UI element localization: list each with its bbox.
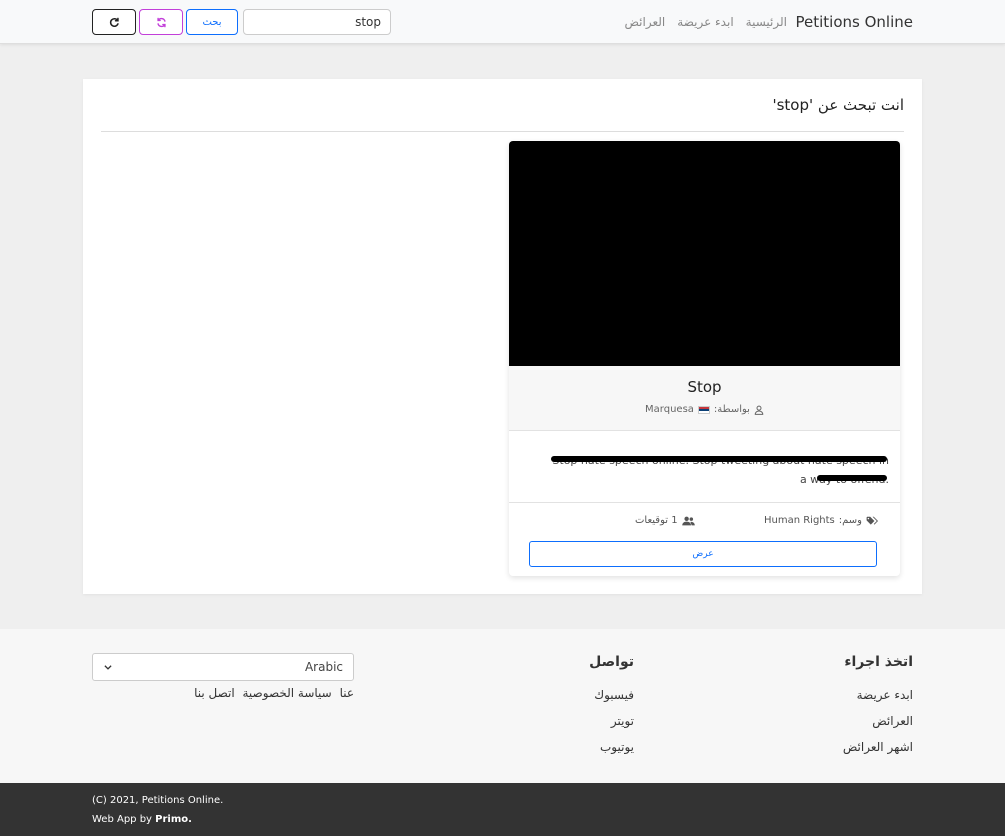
footer-link-start-petition[interactable]: ابدء عريضة bbox=[857, 688, 913, 702]
petition-card-header: Stop بواسطة: Marquesa bbox=[509, 366, 900, 431]
petition-image bbox=[509, 141, 900, 366]
view-petition-button[interactable]: عرض bbox=[529, 541, 877, 567]
reload-icon bbox=[109, 17, 119, 27]
results-title: انت تبحث عن 'stop' bbox=[772, 96, 904, 114]
by-label: بواسطة: bbox=[713, 404, 750, 415]
serbia-flag-icon bbox=[697, 405, 710, 414]
webapp-prefix: Web App by bbox=[92, 814, 152, 825]
divider bbox=[101, 131, 904, 132]
connect-heading: تواصل bbox=[589, 654, 634, 670]
tag-value[interactable]: Human Rights bbox=[764, 515, 835, 526]
language-select[interactable]: Arabic bbox=[92, 653, 354, 681]
user-icon bbox=[754, 405, 764, 415]
footer-link-about[interactable]: عنا bbox=[340, 686, 354, 700]
footer-link-contact[interactable]: اتصل بنا bbox=[194, 686, 235, 700]
chevron-down-icon bbox=[104, 665, 112, 670]
signature-count: 1 توقيعات bbox=[635, 515, 695, 526]
webapp-credit: Web App by Primo. bbox=[92, 814, 192, 825]
nav-link-petitions[interactable]: العرائض bbox=[624, 15, 665, 29]
footer-link-privacy[interactable]: سياسة الخصوصية bbox=[243, 686, 332, 700]
nav-links: الرئيسية ابدء عريضة العرائض bbox=[624, 15, 787, 29]
petition-card-footer: وسم: Human Rights 1 توقيعات عرض bbox=[509, 503, 900, 576]
sync-button[interactable] bbox=[139, 9, 183, 35]
petition-card: Stop بواسطة: Marquesa Stop hate speech o… bbox=[509, 141, 900, 576]
copyright-text: (C) 2021, Petitions Online. bbox=[92, 795, 224, 806]
redaction-bar bbox=[817, 475, 887, 481]
footer-link-facebook[interactable]: فيسبوك bbox=[594, 688, 634, 702]
nav-link-start-petition[interactable]: ابدء عريضة bbox=[677, 15, 733, 29]
petition-title[interactable]: Stop bbox=[509, 378, 900, 396]
policy-links: عنا سياسة الخصوصية اتصل بنا bbox=[92, 686, 354, 700]
navbar: Petitions Online الرئيسية ابدء عريضة الع… bbox=[0, 0, 1005, 44]
redaction-bar bbox=[551, 456, 887, 462]
footer-link-youtube[interactable]: يوتيوب bbox=[600, 740, 634, 754]
brand-logo[interactable]: Petitions Online bbox=[796, 13, 914, 31]
webapp-author[interactable]: Primo. bbox=[155, 814, 192, 825]
take-action-heading: اتخذ اجراء bbox=[844, 654, 913, 670]
footer: اتخذ اجراء ابدء عريضة العرائض اشهر العرا… bbox=[0, 629, 1005, 783]
signature-count-text: 1 توقيعات bbox=[635, 515, 678, 526]
search-input[interactable] bbox=[243, 9, 391, 35]
author-name[interactable]: Marquesa bbox=[645, 404, 694, 415]
search-results-panel: انت تبحث عن 'stop' Stop بواسطة: Marquesa… bbox=[83, 79, 922, 594]
language-selected-value: Arabic bbox=[304, 660, 343, 674]
sync-icon bbox=[156, 17, 166, 27]
petition-author-line: بواسطة: Marquesa bbox=[509, 404, 900, 415]
nav-link-home[interactable]: الرئيسية bbox=[746, 15, 787, 29]
users-icon bbox=[681, 516, 695, 525]
search-button[interactable]: بحث bbox=[186, 9, 238, 35]
petition-tag: وسم: Human Rights bbox=[764, 515, 878, 526]
footer-link-popular-petitions[interactable]: اشهر العرائض bbox=[843, 740, 913, 754]
petition-card-body: Stop hate speech online. Stop tweeting a… bbox=[509, 431, 900, 503]
footer-link-twitter[interactable]: تويتر bbox=[611, 714, 634, 728]
reload-button[interactable] bbox=[92, 9, 136, 35]
tags-icon bbox=[866, 516, 878, 525]
tag-label: وسم: bbox=[838, 515, 862, 526]
copyright-bar: (C) 2021, Petitions Online. Web App by P… bbox=[0, 783, 1005, 836]
footer-link-petitions[interactable]: العرائض bbox=[872, 714, 913, 728]
